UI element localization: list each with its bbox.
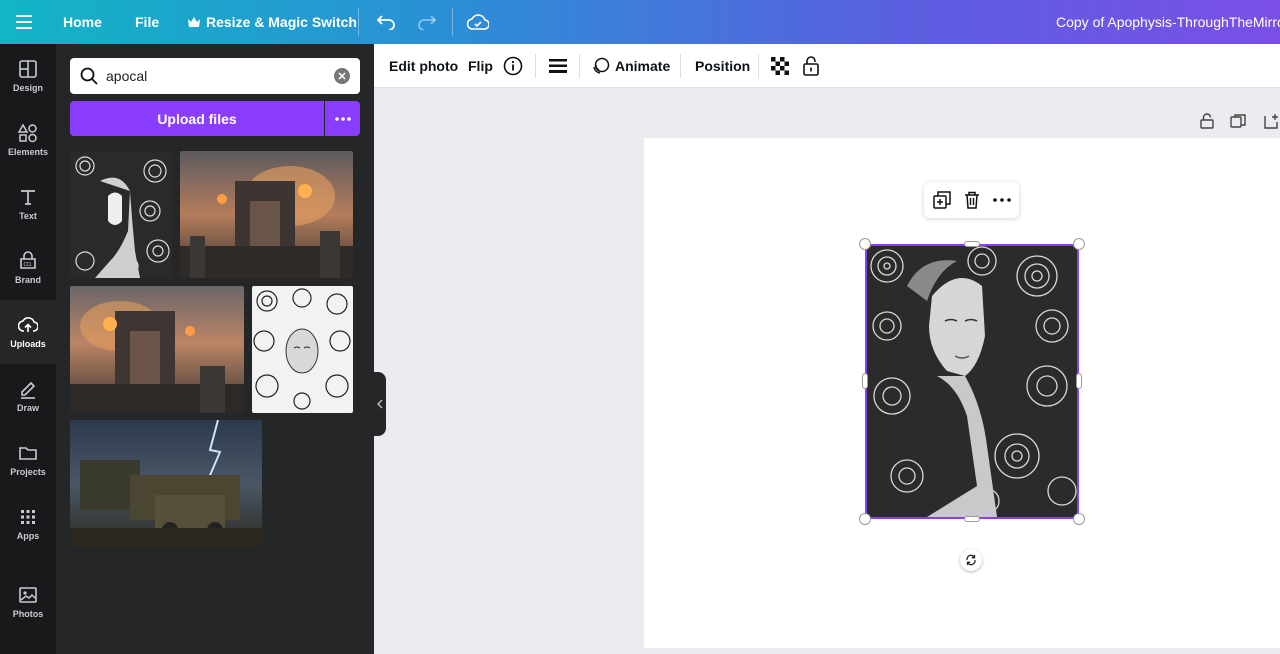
rail-item-uploads[interactable]: Uploads <box>0 300 56 364</box>
rail-item-text[interactable]: Text <box>0 172 56 236</box>
flip-button[interactable]: Flip <box>468 44 493 88</box>
hamburger-menu-icon[interactable] <box>12 10 36 34</box>
upload-thumbnail[interactable] <box>180 151 353 278</box>
left-rail: Design Elements Text CO. Brand Uploads D… <box>0 44 56 654</box>
undo-icon[interactable] <box>374 10 398 34</box>
rail-item-photos[interactable]: Photos <box>0 570 56 634</box>
brand-icon: CO. <box>20 251 36 269</box>
edit-photo-button[interactable]: Edit photo <box>389 44 458 88</box>
animate-button[interactable]: Animate <box>592 44 670 88</box>
context-toolbar: Edit photo Flip Animate Position <box>374 44 1280 88</box>
rail-item-brand[interactable]: CO. Brand <box>0 236 56 300</box>
more-options-icon[interactable] <box>325 101 360 136</box>
collapse-panel-handle[interactable] <box>374 372 386 436</box>
clear-search-icon[interactable] <box>334 68 350 84</box>
divider <box>758 54 759 78</box>
divider <box>358 8 359 36</box>
grid-icon <box>21 510 35 524</box>
shapes-icon <box>18 123 37 143</box>
image-icon <box>19 587 37 603</box>
resize-handle-right[interactable] <box>1076 373 1082 389</box>
rail-label: Projects <box>10 467 46 477</box>
text-icon <box>21 190 35 205</box>
rail-label: Design <box>12 83 43 93</box>
rail-label: Text <box>19 211 37 221</box>
layout-icon <box>19 60 37 78</box>
resize-label: Resize & Magic Switch <box>206 14 357 30</box>
rail-item-elements[interactable]: Elements <box>0 108 56 172</box>
search-value: apocal <box>106 68 148 84</box>
upload-thumbnail[interactable] <box>70 151 172 278</box>
top-bar: Home File Resize & Magic Switch Copy of … <box>0 0 1280 44</box>
rotate-icon <box>966 554 976 566</box>
svg-text:CO.: CO. <box>24 262 33 268</box>
divider <box>535 54 536 78</box>
animate-icon <box>593 57 610 74</box>
rail-item-projects[interactable]: Projects <box>0 428 56 492</box>
uploads-panel: apocal Upload files <box>56 44 374 654</box>
rail-item-design[interactable]: Design <box>0 44 56 108</box>
crown-icon <box>188 17 200 27</box>
divider <box>579 54 580 78</box>
rail-label: Draw <box>16 403 39 413</box>
rail-label: Elements <box>7 147 49 157</box>
rotate-handle[interactable] <box>960 549 982 571</box>
border-style-icon[interactable] <box>549 44 567 88</box>
resize-handle-bottom-left[interactable] <box>859 513 871 525</box>
resize-handle-bottom[interactable] <box>964 516 980 522</box>
pen-icon <box>21 381 36 399</box>
upload-thumbnail[interactable] <box>70 420 262 547</box>
cloud-upload-icon <box>18 317 38 332</box>
rail-item-apps[interactable]: Apps <box>0 492 56 556</box>
rail-label: Apps <box>16 531 40 541</box>
home-menu[interactable]: Home <box>63 0 102 44</box>
redo-icon[interactable] <box>415 10 439 34</box>
rail-label: Uploads <box>10 339 46 349</box>
rail-item-draw[interactable]: Draw <box>0 364 56 428</box>
divider <box>452 8 453 36</box>
search-input[interactable]: apocal <box>70 58 360 94</box>
lock-page-icon[interactable] <box>1198 112 1216 130</box>
resize-handle-top-right[interactable] <box>1073 238 1085 250</box>
info-icon[interactable] <box>503 44 523 88</box>
resize-magic-switch-button[interactable]: Resize & Magic Switch <box>188 0 357 44</box>
resize-handle-top[interactable] <box>964 241 980 247</box>
duplicate-page-icon[interactable] <box>1229 112 1247 130</box>
divider <box>680 54 681 78</box>
delete-icon[interactable] <box>962 190 982 210</box>
upload-thumbnail[interactable] <box>70 286 244 413</box>
rail-label: Photos <box>12 609 44 619</box>
cloud-saved-icon[interactable] <box>466 10 490 34</box>
position-button[interactable]: Position <box>695 44 750 88</box>
selected-image[interactable] <box>865 244 1079 519</box>
resize-handle-bottom-right[interactable] <box>1073 513 1085 525</box>
add-page-icon[interactable] <box>1262 112 1280 130</box>
file-menu[interactable]: File <box>135 0 159 44</box>
chevron-left-icon <box>377 399 383 409</box>
duplicate-icon[interactable] <box>932 190 952 210</box>
resize-handle-top-left[interactable] <box>859 238 871 250</box>
upload-thumbnail[interactable] <box>252 286 353 413</box>
search-icon <box>80 67 98 85</box>
more-options-icon[interactable] <box>992 190 1012 210</box>
folder-icon <box>19 447 37 460</box>
lock-icon[interactable] <box>802 44 820 88</box>
transparency-icon[interactable] <box>771 44 789 88</box>
animate-label: Animate <box>615 58 671 74</box>
upload-files-button[interactable]: Upload files <box>70 101 324 136</box>
rail-label: Brand <box>14 275 41 285</box>
resize-handle-left[interactable] <box>862 373 868 389</box>
document-title[interactable]: Copy of Apophysis-ThroughTheMirro <box>1056 0 1280 44</box>
element-quick-menu <box>924 182 1019 218</box>
